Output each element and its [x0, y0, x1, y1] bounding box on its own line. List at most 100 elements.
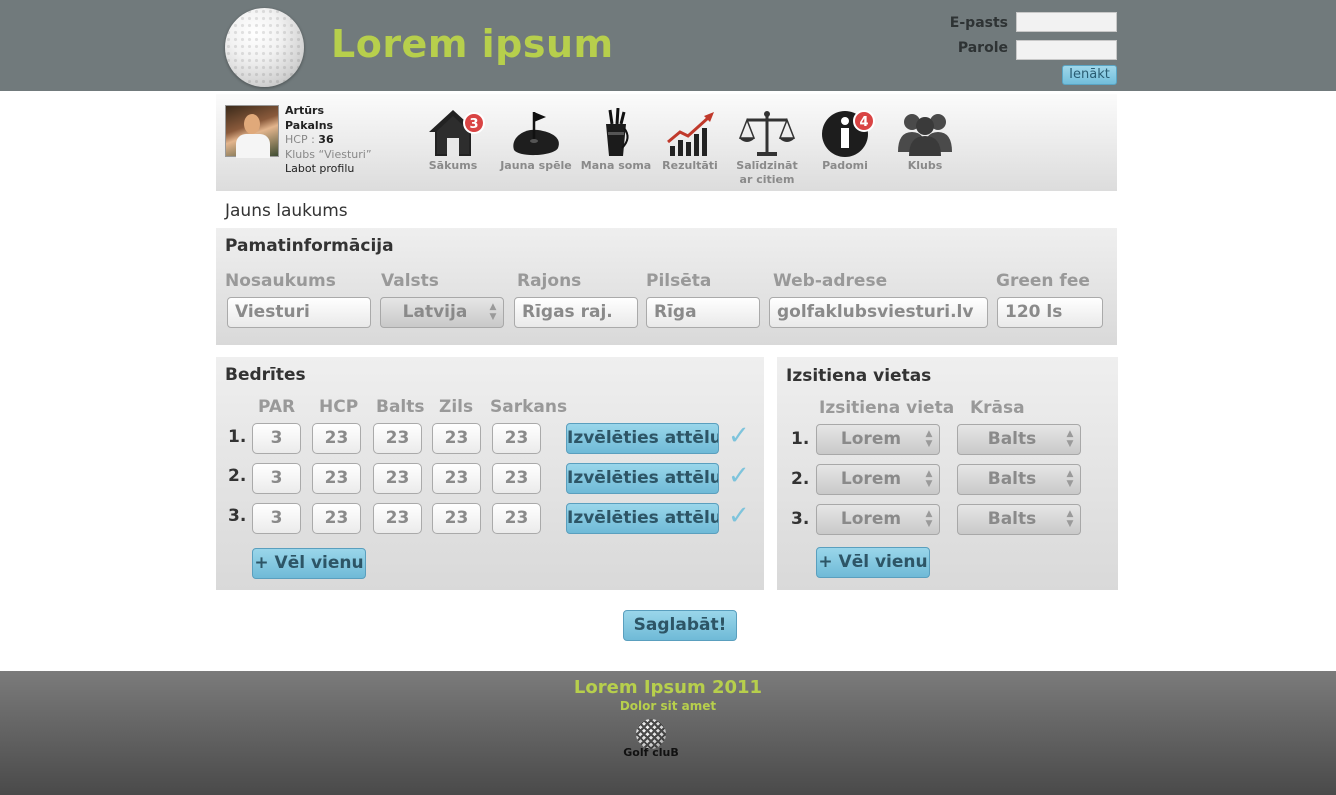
password-field[interactable]	[1016, 40, 1117, 60]
col-label-hcp: HCP	[319, 397, 359, 417]
choose-image-button[interactable]: Izvēlēties attēlu	[566, 423, 719, 454]
red-tee-field[interactable]: 23	[492, 463, 541, 494]
nav-item-results[interactable]: Rezultāti	[650, 108, 730, 173]
edit-profile-link[interactable]: Labot profilu	[285, 162, 372, 177]
blue-tee-field[interactable]: 23	[432, 423, 481, 454]
golf-club-logo-icon	[636, 719, 666, 749]
home-badge: 3	[463, 112, 485, 134]
choose-image-button[interactable]: Izvēlēties attēlu	[566, 463, 719, 494]
hole-row-number: 3.	[228, 506, 247, 526]
nav-item-home[interactable]: 3 Sākums	[413, 108, 493, 173]
green-fee-field[interactable]: 120 ls	[997, 297, 1103, 328]
tee-color-select-value: Balts	[987, 469, 1037, 489]
col-label-city: Pilsēta	[646, 271, 712, 291]
tee-color-select-value: Balts	[987, 509, 1037, 529]
hcp-field[interactable]: 23	[312, 463, 361, 494]
hcp-field[interactable]: 23	[312, 503, 361, 534]
tee-place-select[interactable]: Lorem ▲ ▼	[816, 504, 940, 535]
col-label-red: Sarkans	[490, 397, 568, 417]
chart-icon	[660, 108, 720, 158]
add-hole-button[interactable]: + Vēl vienu	[252, 548, 366, 579]
choose-image-button[interactable]: Izvēlēties attēlu	[566, 503, 719, 534]
tee-place-select[interactable]: Lorem ▲ ▼	[816, 464, 940, 495]
tee-row-number: 3.	[791, 509, 810, 529]
nav-label-results: Rezultāti	[662, 159, 718, 172]
select-arrows-icon: ▲ ▼	[925, 429, 933, 449]
footer-title: Lorem Ipsum 2011	[573, 677, 763, 698]
nav-item-compare[interactable]: Salīdzināt ar citiem	[727, 108, 807, 187]
district-field[interactable]: Rīgas raj.	[514, 297, 638, 328]
select-arrows-icon: ▲ ▼	[1066, 509, 1074, 529]
tee-place-select-value: Lorem	[840, 509, 902, 529]
profile-first-name: Artūrs	[285, 104, 324, 117]
red-tee-field[interactable]: 23	[492, 503, 541, 534]
white-tee-field[interactable]: 23	[373, 423, 422, 454]
col-label-blue: Zils	[439, 397, 474, 417]
col-label-white: Balts	[376, 397, 425, 417]
country-select[interactable]: Latvija ▲ ▼	[380, 297, 504, 328]
tees-panel: Izsitiena vietas Izsitiena vieta Krāsa 1…	[777, 357, 1118, 590]
tee-place-select[interactable]: Lorem ▲ ▼	[816, 424, 940, 455]
web-address-field[interactable]: golfaklubsviesturi.lv	[769, 297, 988, 328]
blue-tee-field[interactable]: 23	[432, 463, 481, 494]
blue-tee-field[interactable]: 23	[432, 503, 481, 534]
white-tee-field[interactable]: 23	[373, 463, 422, 494]
nav-item-my-bag[interactable]: Mana soma	[576, 107, 656, 173]
password-label: Parole	[957, 40, 1008, 56]
email-field[interactable]	[1016, 12, 1117, 32]
header: Lorem ipsum E-pasts Parole Ienākt	[0, 0, 1336, 91]
hcp-field[interactable]: 23	[312, 423, 361, 454]
home-icon: 3	[423, 108, 485, 158]
tee-color-select[interactable]: Balts ▲ ▼	[957, 504, 1081, 535]
nav-item-club[interactable]: Klubs	[885, 108, 965, 173]
basic-info-panel: Pamatinformācija Nosaukums Valsts Rajons…	[216, 228, 1117, 345]
hcp-value: 36	[318, 133, 334, 146]
nav-item-new-game[interactable]: Jauna spēle	[496, 108, 576, 173]
hole-row-number: 2.	[228, 466, 247, 486]
nav-label-home: Sākums	[428, 159, 478, 172]
nav-label-compare: Salīdzināt ar citiem	[727, 159, 807, 187]
par-field[interactable]: 3	[252, 503, 301, 534]
tee-color-select[interactable]: Balts ▲ ▼	[957, 424, 1081, 455]
site-title: Lorem ipsum	[331, 22, 614, 66]
group-icon	[895, 108, 955, 158]
select-arrows-icon: ▲ ▼	[1066, 429, 1074, 449]
country-select-value: Latvija	[402, 302, 468, 322]
nav-item-tips[interactable]: 4 Padomi	[805, 108, 885, 173]
footer-subtitle: Dolor sit amet	[619, 699, 717, 713]
save-button[interactable]: Saglabāt!	[623, 610, 737, 641]
golf-ball-logo-icon	[225, 8, 304, 87]
nav-label-compare-line2: ar citiem	[739, 173, 795, 186]
hole-row-number: 1.	[228, 427, 247, 447]
add-tee-button[interactable]: + Vēl vienu	[816, 547, 930, 578]
tees-title: Izsitiena vietas	[786, 366, 932, 386]
profile-last-name: Pakalns	[285, 118, 334, 132]
profile-info: Artūrs Pakalns HCP : 36 Klubs “Viesturi”…	[285, 104, 372, 177]
white-tee-field[interactable]: 23	[373, 503, 422, 534]
tee-row-number: 2.	[791, 469, 810, 489]
profile-nav-bar: Artūrs Pakalns HCP : 36 Klubs “Viesturi”…	[216, 94, 1117, 191]
login-button[interactable]: Ienākt	[1062, 65, 1117, 85]
nav-label-new-game: Jauna spēle	[500, 159, 572, 172]
par-field[interactable]: 3	[252, 423, 301, 454]
check-icon: ✓	[728, 461, 750, 491]
tee-color-select[interactable]: Balts ▲ ▼	[957, 464, 1081, 495]
golf-green-icon	[506, 108, 566, 158]
col-label-country: Valsts	[381, 271, 439, 291]
nav-label-compare-line1: Salīdzināt	[736, 159, 798, 172]
city-field[interactable]: Rīga	[646, 297, 760, 328]
tee-place-select-value: Lorem	[840, 429, 902, 449]
red-tee-field[interactable]: 23	[492, 423, 541, 454]
course-name-field[interactable]: Viesturi	[227, 297, 371, 328]
select-arrows-icon: ▲ ▼	[489, 302, 497, 322]
golf-bag-icon	[586, 107, 646, 158]
col-label-par: PAR	[258, 397, 296, 417]
check-icon: ✓	[728, 501, 750, 531]
col-label-web: Web-adrese	[773, 271, 888, 291]
tips-badge: 4	[853, 110, 875, 132]
tee-place-select-value: Lorem	[840, 469, 902, 489]
info-icon: 4	[815, 108, 875, 158]
email-label: E-pasts	[949, 15, 1008, 31]
par-field[interactable]: 3	[252, 463, 301, 494]
profile-club: Klubs “Viesturi”	[285, 147, 372, 161]
